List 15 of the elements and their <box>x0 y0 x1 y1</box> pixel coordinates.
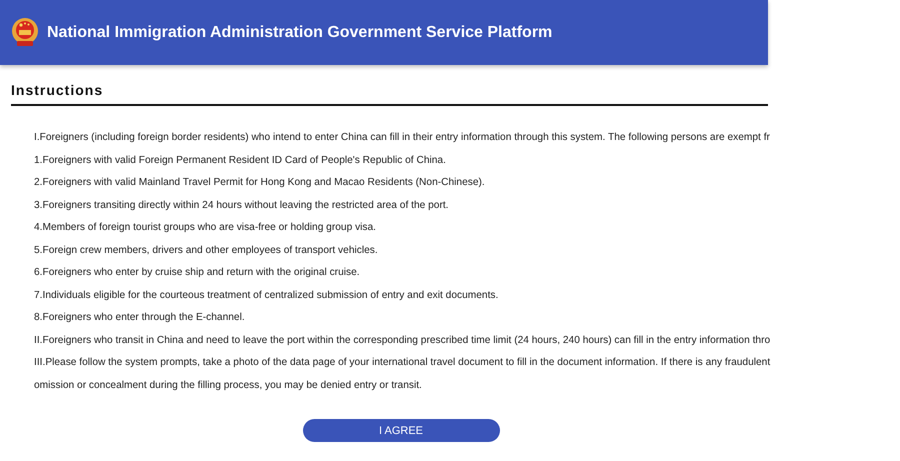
instruction-text: 3.Foreigners transiting directly within 24 hours without leaving the restricted area of the port. <box>34 198 450 212</box>
section-title: Instructions <box>11 82 104 98</box>
instruction-text: 8.Foreigners who enter through the E-channel. <box>34 311 246 325</box>
instruction-text: 4.Members of foreign tourist groups who are visa-free or holding group visa. <box>34 221 378 235</box>
instruction-text: 2.Foreigners with valid Mainland Travel Permit for Hong Kong and Macao Residents (Non-Chinese). <box>34 176 486 190</box>
agree-button[interactable]: I AGREE <box>302 419 500 442</box>
site-title: National Immigration Administration Government Service Platform <box>47 24 552 42</box>
instruction-text: I.Foreigners (including foreign border residents) who intend to enter China can fill in their entry information through this system. The following persons are exempt fr <box>34 131 771 145</box>
emblem-icon <box>11 16 39 48</box>
instruction-text: 1.Foreigners with valid Foreign Permanent Resident ID Card of People's Republic of China. <box>34 154 447 168</box>
instruction-text: 7.Individuals eligible for the courteous treatment of centralized submission of entry and exit documents. <box>34 288 500 302</box>
instruction-text: III.Please follow the system prompts, take a photo of the data page of your international travel document to fill in the document information. If there is any fraudulent omission or concealment during the filling process, you may be denied entry or transit. <box>34 356 772 392</box>
instruction-text: 5.Foreign crew members, drivers and other employees of transport vehicles. <box>34 244 379 258</box>
instruction-text: 6.Foreigners who enter by cruise ship and return with the original cruise. <box>34 266 361 280</box>
instruction-text: II.Foreigners who transit in China and need to leave the port within the corresponding prescribed time limit (24 hours, 240 hours) can fill in the entry information thro <box>34 334 772 348</box>
